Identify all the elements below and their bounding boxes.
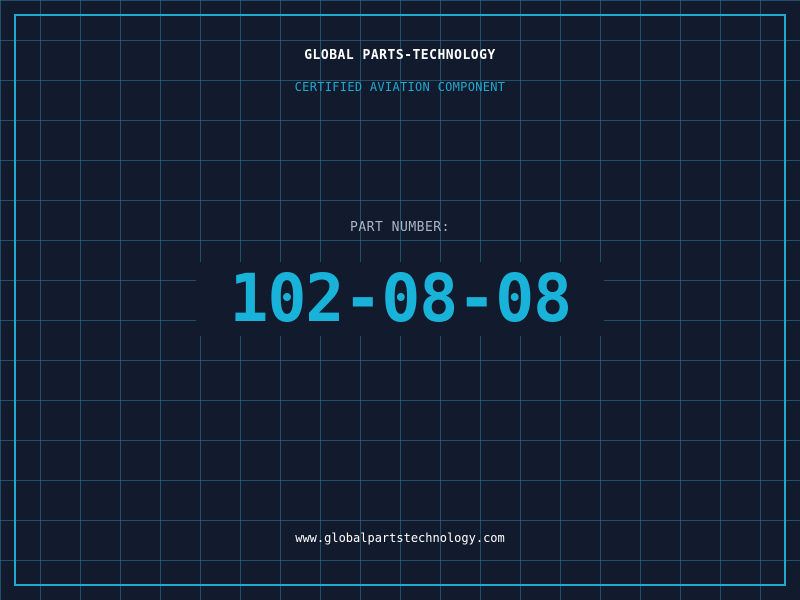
part-label-card: GLOBAL PARTS-TECHNOLOGY CERTIFIED AVIATI… (0, 0, 800, 600)
website-url: www.globalpartstechnology.com (295, 531, 505, 545)
part-number-value: 102-08-08 (229, 260, 572, 337)
part-number-panel: 102-08-08 (196, 262, 604, 336)
company-name: GLOBAL PARTS-TECHNOLOGY (304, 48, 496, 63)
part-number-label: PART NUMBER: (350, 220, 450, 235)
certification-subtitle: CERTIFIED AVIATION COMPONENT (294, 80, 506, 94)
